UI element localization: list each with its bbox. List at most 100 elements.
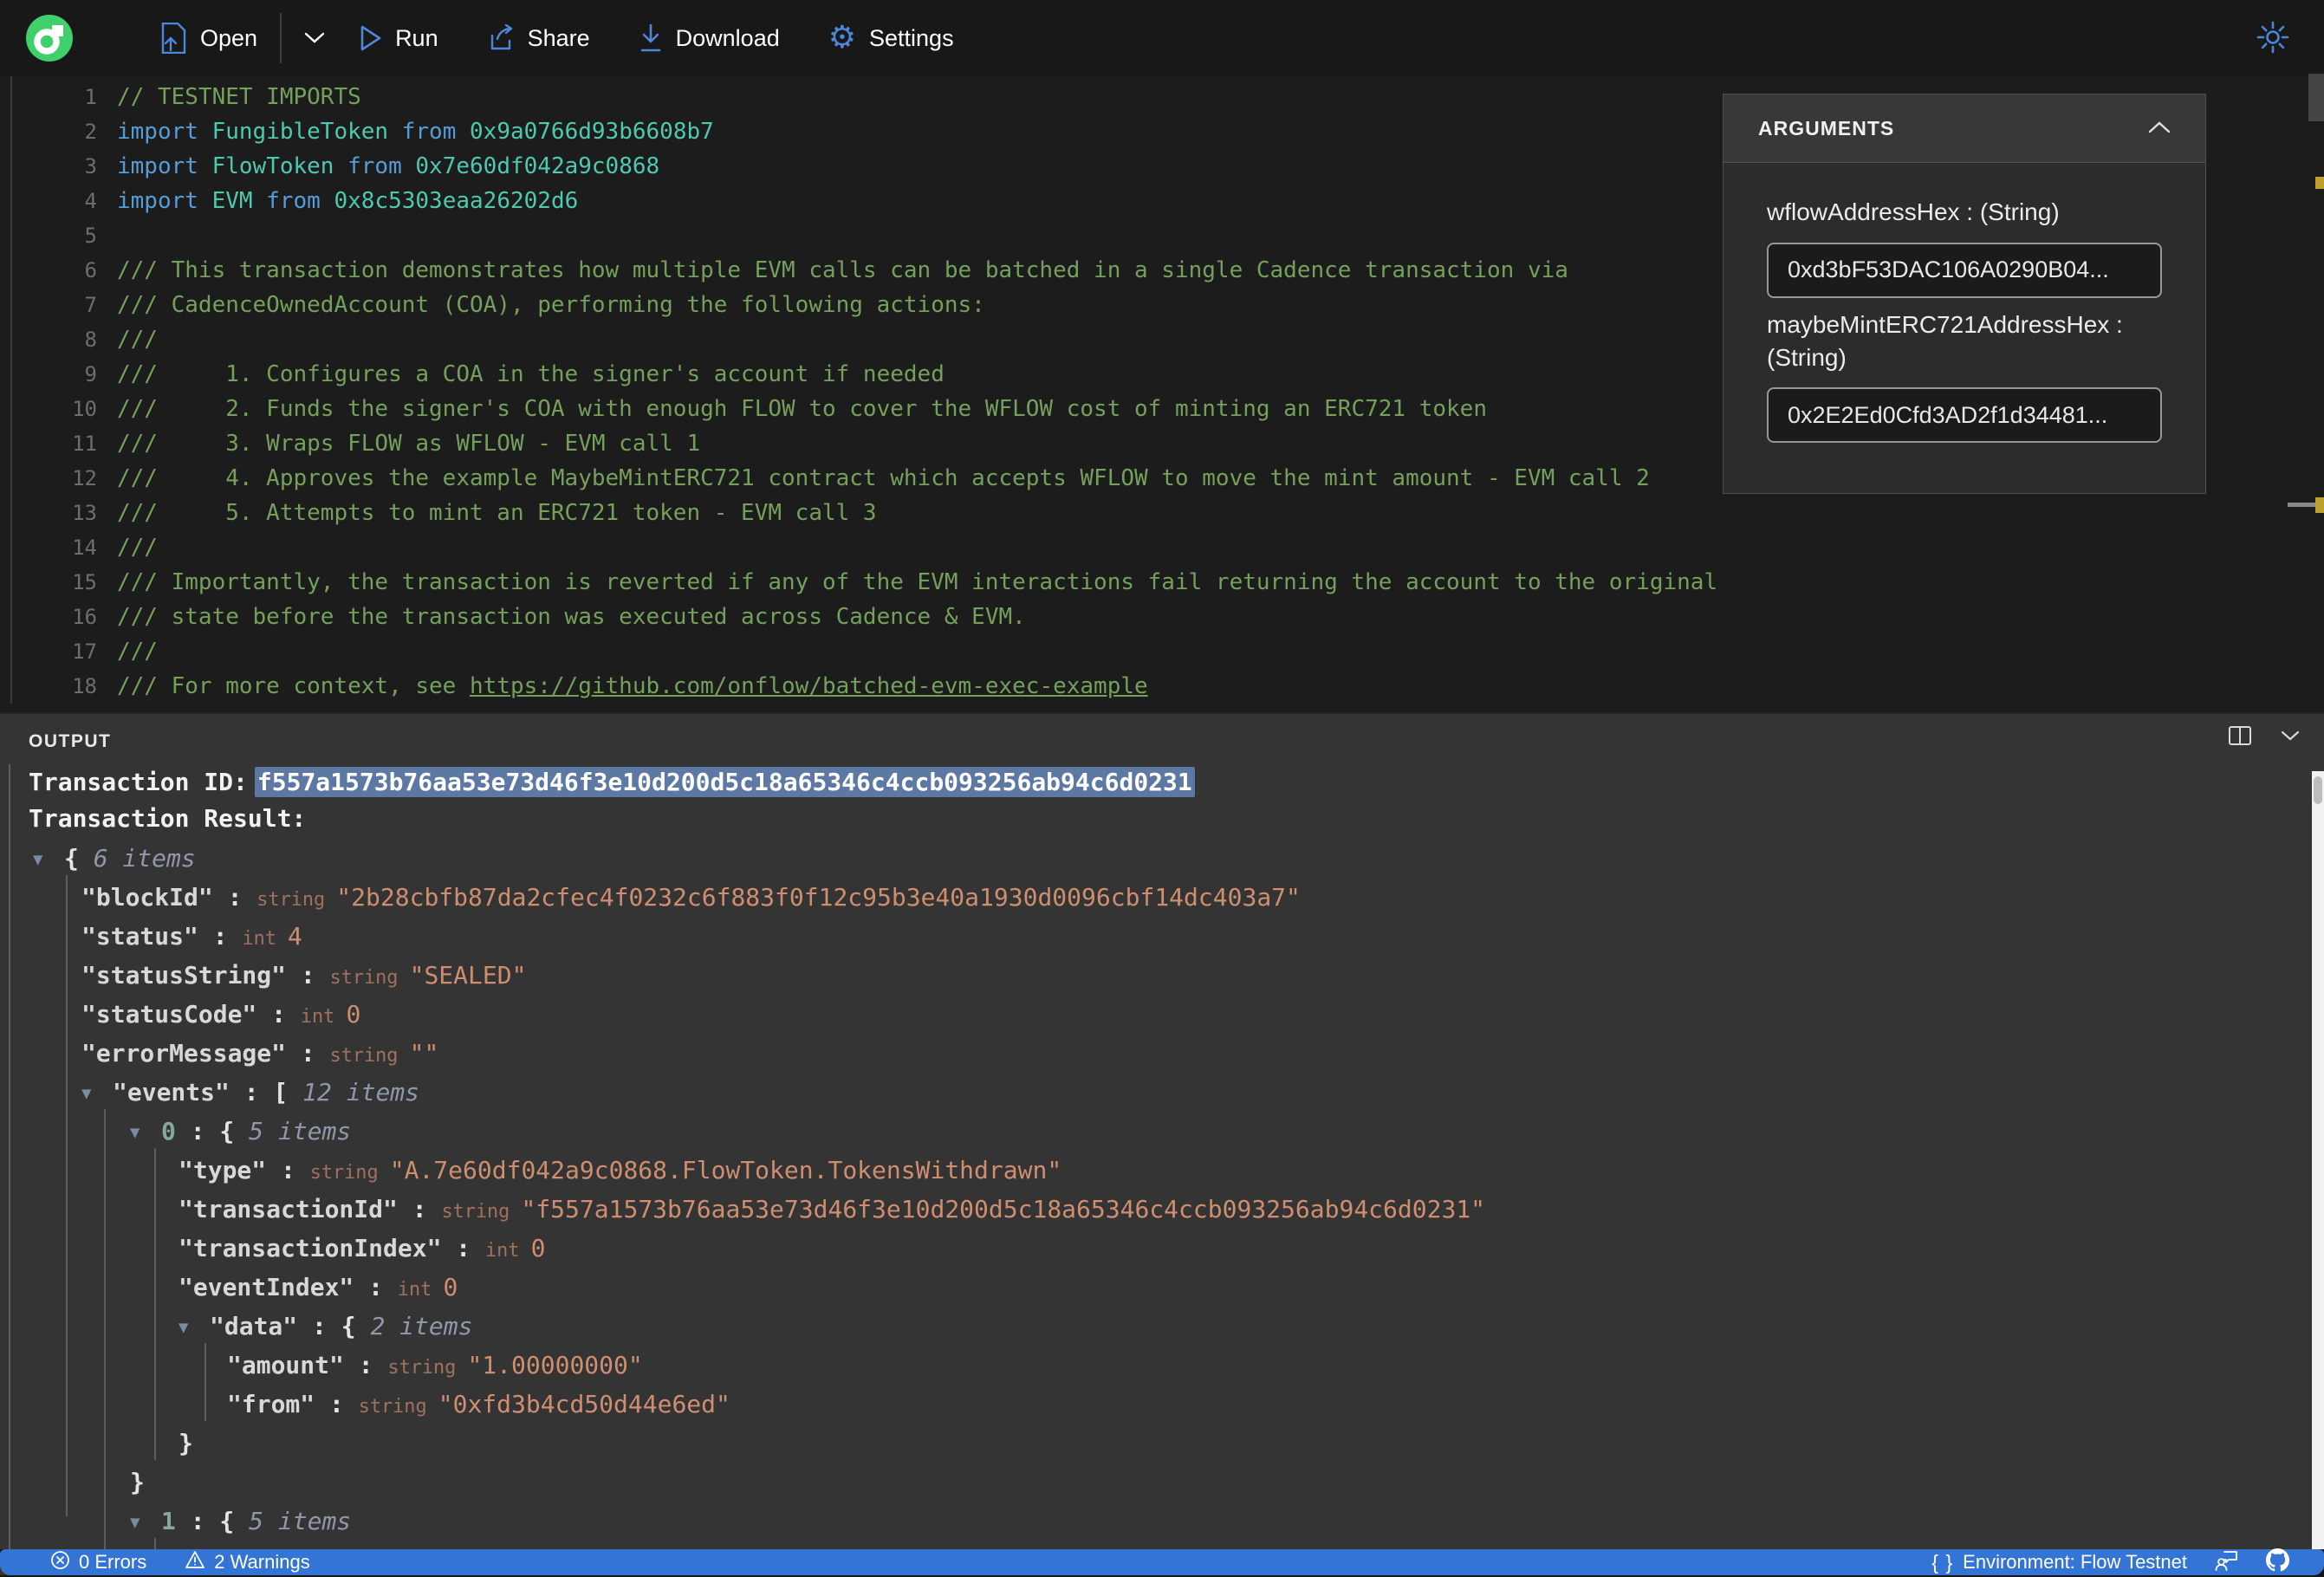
json-punctuation: : <box>212 883 257 912</box>
code-line: import FungibleToken from 0x9a0766d93b66… <box>117 114 1717 149</box>
json-key: "data" <box>210 1312 298 1340</box>
indent-guide <box>204 1343 206 1421</box>
collapse-arguments-button[interactable] <box>2148 120 2171 136</box>
output-scrollbar-track[interactable] <box>2312 771 2324 1549</box>
editor-scrollbar-thumb[interactable] <box>2308 74 2324 121</box>
json-punctuation: : <box>315 1390 359 1418</box>
line-number: 4 <box>84 189 97 213</box>
warning-mark <box>2315 177 2324 189</box>
split-view-button[interactable] <box>2229 726 2251 748</box>
line-number: 18 <box>72 674 97 698</box>
json-punctuation: : <box>266 1156 310 1184</box>
json-tree-row: } <box>0 1463 2305 1502</box>
json-tree-row: "statusString" : string "SEALED" <box>0 956 2305 995</box>
code-line: /// For more context, see https://github… <box>117 669 1717 704</box>
github-button[interactable] <box>2266 1548 2289 1577</box>
arguments-title: ARGUMENTS <box>1758 116 1895 140</box>
code-token[interactable]: https://github.com/onflow/batched-evm-ex… <box>470 673 1148 699</box>
collapse-arrow-icon[interactable]: ▼ <box>33 840 54 879</box>
open-file-icon <box>159 23 187 54</box>
code-token: /// <box>117 535 158 561</box>
json-punctuation: : <box>256 1000 301 1029</box>
json-punctuation: } <box>130 1468 145 1496</box>
chevron-up-icon <box>2148 120 2171 136</box>
warnings-status[interactable]: 2 Warnings <box>185 1550 310 1574</box>
open-button[interactable]: Open <box>159 23 257 54</box>
json-tree-row: ▼ 0 : { 5 items <box>0 1112 2305 1151</box>
github-octocat-icon <box>2266 1548 2289 1577</box>
code-token: EVM <box>211 188 267 214</box>
json-key: "blockId" <box>81 883 213 912</box>
output-scrollbar-thumb[interactable] <box>2314 776 2322 804</box>
code-token: // TESTNET IMPORTS <box>117 84 361 110</box>
code-token: /// 5. Attempts to mint an ERC721 token … <box>117 500 877 526</box>
json-item-count: 2 items <box>370 1312 473 1340</box>
line-number: 1 <box>84 85 97 109</box>
json-type-label: string <box>358 1396 438 1418</box>
json-item-count: 5 items <box>249 1117 352 1145</box>
json-value: 0 <box>530 1234 546 1262</box>
json-tree-row: "transactionIndex" : int 0 <box>0 1229 2305 1268</box>
code-token: /// 1. Configures a COA in the signer's … <box>117 361 945 387</box>
argument-input-wflow[interactable] <box>1767 242 2162 298</box>
json-array-index: 1 <box>161 1507 176 1535</box>
line-number: 12 <box>72 466 97 490</box>
json-key: "eventIndex" <box>179 1273 354 1301</box>
json-key: "amount" <box>227 1351 344 1379</box>
json-key: "transactionId" <box>179 1195 398 1223</box>
json-value: "A.7e60df042a9c0868.FlowToken.TokensWith… <box>389 1156 1062 1184</box>
split-columns-icon <box>2229 726 2251 748</box>
json-value: 4 <box>288 922 302 951</box>
collapse-arrow-icon[interactable]: ▼ <box>179 1308 199 1347</box>
line-number: 13 <box>72 501 97 525</box>
theme-toggle-button[interactable] <box>2255 19 2291 58</box>
open-dropdown-button[interactable] <box>304 32 325 44</box>
feedback-button[interactable] <box>2215 1549 2238 1576</box>
line-number: 6 <box>84 258 97 282</box>
cursor-position-mark <box>2288 503 2317 507</box>
json-key: "from" <box>227 1390 315 1418</box>
argument-input-maybemint[interactable] <box>1767 387 2162 444</box>
flow-logo[interactable] <box>26 15 73 62</box>
warnings-count-label: 2 Warnings <box>214 1551 310 1573</box>
collapse-arrow-icon[interactable]: ▼ <box>130 1113 151 1152</box>
transaction-result-label: Transaction Result: <box>29 804 307 833</box>
json-value: 0 <box>443 1273 458 1301</box>
environment-status[interactable]: { } Environment: Flow Testnet <box>1931 1551 2187 1574</box>
json-array-index: 0 <box>161 1117 176 1145</box>
open-label: Open <box>200 24 258 51</box>
arguments-body: wflowAddressHex : (String) maybeMintERC7… <box>1723 163 2206 495</box>
json-tree-row: "blockId" : string "2b28cbfb87da2cfec4f0… <box>0 878 2305 917</box>
error-circle-icon <box>50 1550 70 1575</box>
line-number: 14 <box>72 535 97 560</box>
run-label: Run <box>395 24 438 51</box>
gear-icon: ⚙ <box>828 20 857 55</box>
output-title: OUTPUT <box>29 731 112 751</box>
share-icon <box>487 24 515 52</box>
download-button[interactable]: Download <box>639 23 780 53</box>
json-tree-row: "status" : int 4 <box>0 917 2305 956</box>
collapse-arrow-icon[interactable]: ▼ <box>130 1503 151 1542</box>
code-token: /// 2. Funds the signer's COA with enoug… <box>117 396 1487 422</box>
toolbar: Open Run Share Download ⚙ Settings <box>0 0 2324 76</box>
collapse-output-button[interactable] <box>2281 730 2300 743</box>
transaction-id-label: Transaction ID: <box>29 768 248 796</box>
code-token: 0x9a0766d93b6608b7 <box>470 119 714 145</box>
json-key: "errorMessage" <box>81 1039 287 1068</box>
code-line: /// state before the transaction was exe… <box>117 600 1717 634</box>
json-tree-row: ▼ { 6 items <box>0 839 2305 878</box>
collapse-arrow-icon[interactable]: ▼ <box>81 1074 102 1113</box>
share-button[interactable]: Share <box>487 24 590 52</box>
settings-button[interactable]: ⚙ Settings <box>828 23 954 54</box>
warning-mark <box>2315 497 2324 513</box>
chevron-down-icon <box>304 32 325 44</box>
run-button[interactable]: Run <box>360 25 438 52</box>
indent-guide <box>9 764 10 1549</box>
code-token: import <box>117 188 212 214</box>
errors-status[interactable]: 0 Errors <box>50 1550 146 1575</box>
environment-label: Environment: Flow Testnet <box>1963 1551 2187 1573</box>
code-token: from <box>347 153 416 179</box>
json-value: "f557a1573b76aa53e73d46f3e10d200d5c18a65… <box>521 1195 1486 1223</box>
line-number: 16 <box>72 605 97 629</box>
json-type-label: string <box>387 1357 468 1379</box>
